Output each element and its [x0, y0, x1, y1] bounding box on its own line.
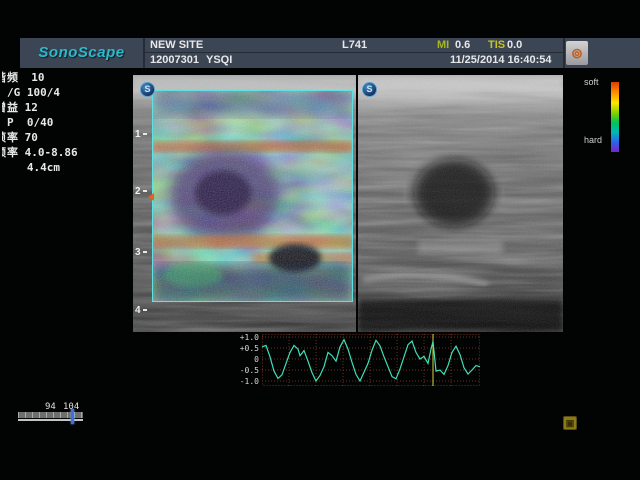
probe-model: L741: [342, 39, 367, 51]
depth-tick: [143, 190, 147, 192]
bmode-image: [358, 75, 563, 332]
param-frame-rate: 帧率 70: [2, 130, 78, 145]
param-gain: 增益 12: [2, 100, 78, 115]
header-divider: [145, 52, 563, 53]
param-power: P 0/40: [2, 115, 78, 130]
tis-value: 0.0: [507, 39, 522, 51]
depth-scale: 1 2 3 4: [135, 75, 151, 332]
strain-curve-graph: [262, 334, 480, 386]
depth-marker-1: 1: [135, 129, 147, 140]
depth-marker-3: 3: [135, 247, 147, 258]
datetime: 11/25/2014 16:40:54: [450, 54, 552, 66]
parameter-panel: 谐频 10 /G 100/4 增益 12 P 0/40 帧率 70 频率 4.0…: [2, 70, 78, 175]
graph-ytick: +0.5: [230, 344, 259, 353]
operator-name: YSQI: [206, 54, 232, 66]
ultrasound-screen: SonoScape NEW SITE L741 MI 0.6 TIS 0.0 1…: [0, 0, 640, 480]
tis-label: TIS: [488, 39, 505, 51]
brand-logo: SonoScape: [38, 44, 124, 61]
mi-value: 0.6: [455, 39, 470, 51]
param-harmonic-freq: 谐频 10: [2, 70, 78, 85]
depth-marker-4: 4: [135, 305, 147, 316]
hospital-name: NEW SITE: [150, 39, 203, 51]
patient-id: 12007301: [150, 54, 199, 66]
mi-label: MI: [437, 39, 449, 51]
focus-marker-icon: [148, 193, 154, 201]
param-frequency: 频率 4.0-8.86: [2, 145, 78, 160]
sonoscape-badge-right: S: [362, 82, 377, 97]
graph-ytick: -1.0: [230, 377, 259, 386]
cine-frame-current: 94: [45, 402, 56, 412]
elastography-image-panel: [133, 75, 356, 332]
graph-ytick: -0.5: [230, 366, 259, 375]
depth-marker-2: 2: [135, 186, 147, 197]
soft-label: soft: [584, 77, 599, 87]
depth-tick: [143, 251, 147, 253]
graph-ytick: +1.0: [230, 333, 259, 342]
depth-tick: [143, 133, 147, 135]
strain-curve: [262, 340, 480, 381]
hard-label: hard: [584, 135, 602, 145]
header-divider-right: [563, 38, 565, 68]
bmode-image-panel: [358, 75, 563, 332]
cine-scrubber-handle[interactable]: [71, 409, 74, 424]
probe-icon: ⊚: [566, 41, 588, 65]
graph-ytick: 0: [230, 355, 259, 364]
depth-tick: [143, 309, 147, 311]
elasto-colorbar: [611, 82, 619, 152]
cine-status-icon: ▣: [563, 416, 577, 430]
elastography-image: [133, 75, 356, 332]
brand-block: SonoScape: [20, 38, 145, 68]
param-dynamic-gain: /G 100/4: [2, 85, 78, 100]
param-depth: 4.4cm: [2, 160, 78, 175]
header-bar: SonoScape NEW SITE L741 MI 0.6 TIS 0.0 1…: [20, 38, 640, 68]
